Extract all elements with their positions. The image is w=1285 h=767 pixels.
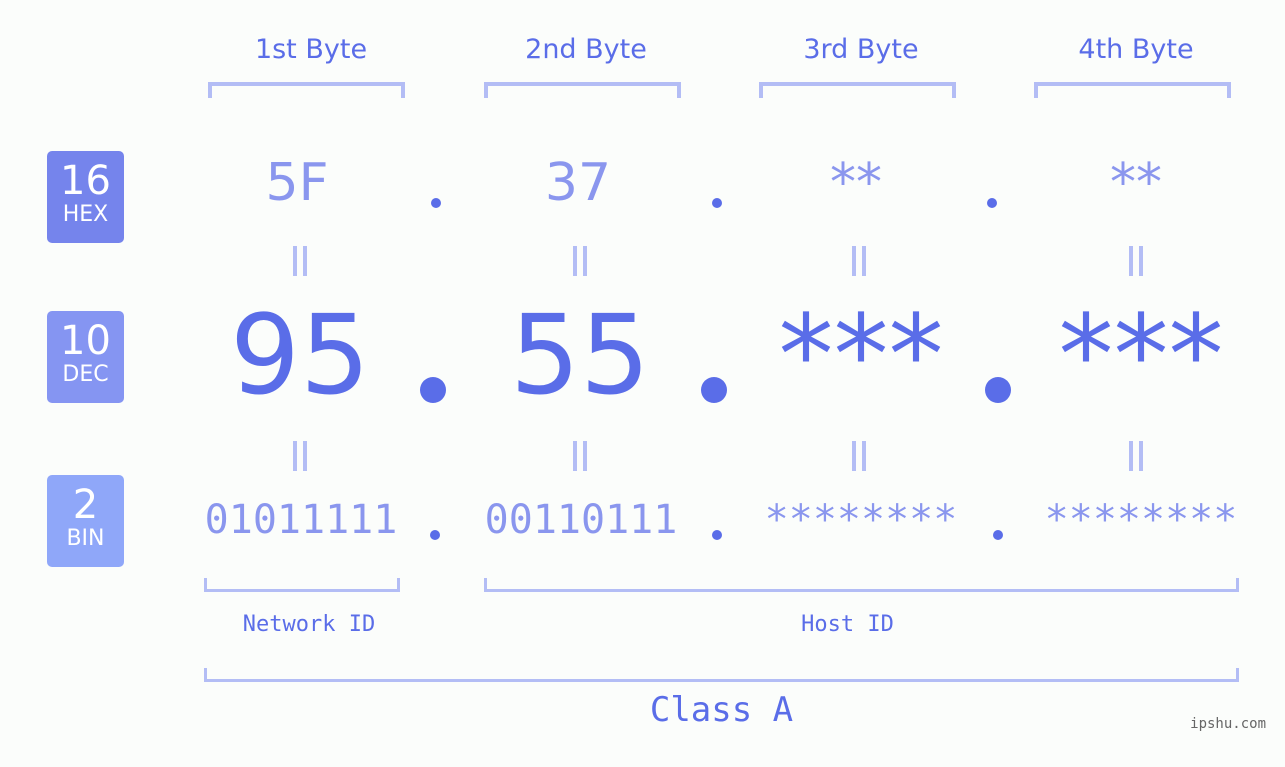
bin-byte-2: 00110111 (484, 497, 678, 543)
hex-separator-dot (712, 198, 722, 208)
hex-separator-dot (987, 198, 997, 208)
dec-byte-2: 55 (510, 291, 650, 419)
byte-header-1: 1st Byte (254, 34, 368, 65)
dec-separator-dot (701, 377, 727, 403)
watermark: ipshu.com (1190, 716, 1266, 732)
hex-byte-3: ** (830, 153, 882, 213)
hex-base-label: HEX (62, 202, 109, 227)
hex-base-number: 16 (60, 158, 111, 204)
byte-bracket-3 (759, 82, 956, 98)
hex-badge: 16 HEX (47, 151, 124, 243)
network-id-bracket (204, 578, 400, 592)
byte-header-4: 4th Byte (1078, 34, 1194, 65)
dec-base-label: DEC (62, 362, 109, 387)
dec-separator-dot (420, 377, 446, 403)
hex-byte-1: 5F (265, 153, 329, 213)
bin-separator-dot (712, 530, 722, 540)
byte-header-3: 3rd Byte (803, 34, 919, 65)
bin-separator-dot (993, 530, 1003, 540)
equals-icon (570, 441, 590, 471)
bin-byte-1: 01011111 (204, 497, 398, 543)
dec-base-number: 10 (60, 318, 111, 364)
class-bracket (204, 668, 1239, 682)
bin-base-number: 2 (72, 482, 99, 528)
host-id-bracket (484, 578, 1239, 592)
host-id-label: Host ID (801, 612, 894, 637)
equals-icon (1126, 441, 1146, 471)
equals-icon (849, 246, 869, 276)
dec-separator-dot (985, 377, 1011, 403)
dec-badge: 10 DEC (47, 311, 124, 403)
bin-byte-3: ******** (764, 497, 958, 543)
bin-byte-4: ******** (1044, 497, 1238, 543)
hex-byte-4: ** (1110, 153, 1162, 213)
byte-bracket-4 (1034, 82, 1231, 98)
equals-icon (290, 246, 310, 276)
dec-byte-1: 95 (230, 291, 370, 419)
byte-header-2: 2nd Byte (525, 34, 647, 65)
network-id-label: Network ID (242, 612, 376, 637)
hex-byte-2: 37 (544, 153, 612, 213)
equals-icon (1126, 246, 1146, 276)
byte-bracket-2 (484, 82, 681, 98)
bin-base-label: BIN (66, 526, 105, 551)
bin-separator-dot (430, 530, 440, 540)
equals-icon (570, 246, 590, 276)
bin-badge: 2 BIN (47, 475, 124, 567)
class-label: Class A (649, 690, 794, 730)
equals-icon (849, 441, 869, 471)
dec-byte-3: *** (778, 291, 944, 419)
byte-bracket-1 (208, 82, 405, 98)
equals-icon (290, 441, 310, 471)
dec-byte-4: *** (1058, 291, 1224, 419)
hex-separator-dot (431, 198, 441, 208)
